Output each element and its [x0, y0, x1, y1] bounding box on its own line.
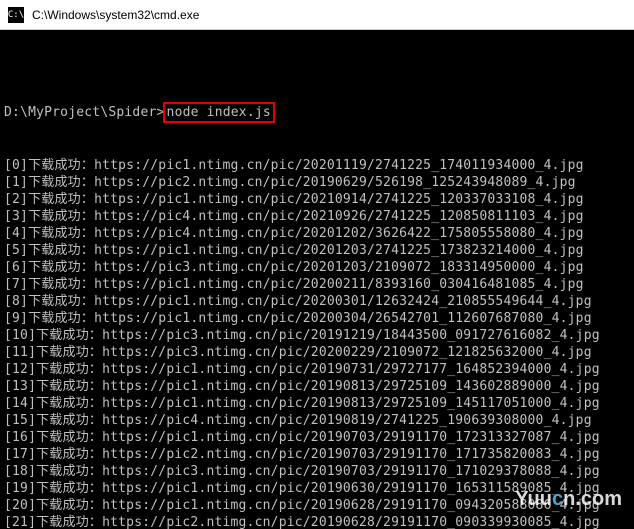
output-line: [18]下载成功：https://pic3.ntimg.cn/pic/20190…	[4, 463, 630, 480]
terminal-output[interactable]: D:\MyProject\Spider>node index.js [0]下载成…	[0, 30, 634, 529]
cmd-icon: C:\	[8, 7, 24, 23]
window-title: C:\Windows\system32\cmd.exe	[32, 8, 199, 22]
prompt-line: D:\MyProject\Spider>node index.js	[4, 102, 630, 123]
output-line: [6]下载成功：https://pic3.ntimg.cn/pic/202012…	[4, 259, 630, 276]
output-line: [5]下载成功：https://pic1.ntimg.cn/pic/202012…	[4, 242, 630, 259]
output-line: [7]下载成功：https://pic1.ntimg.cn/pic/202002…	[4, 276, 630, 293]
window-titlebar: C:\ C:\Windows\system32\cmd.exe	[0, 0, 634, 30]
output-line: [9]下载成功：https://pic1.ntimg.cn/pic/202003…	[4, 310, 630, 327]
output-line: [16]下载成功：https://pic1.ntimg.cn/pic/20190…	[4, 429, 630, 446]
output-line: [2]下载成功：https://pic1.ntimg.cn/pic/202109…	[4, 191, 630, 208]
command-highlight: node index.js	[163, 102, 275, 123]
output-line: [11]下载成功：https://pic3.ntimg.cn/pic/20200…	[4, 344, 630, 361]
command-text: node index.js	[167, 105, 271, 120]
output-line: [13]下载成功：https://pic1.ntimg.cn/pic/20190…	[4, 378, 630, 395]
output-line: [15]下载成功：https://pic4.ntimg.cn/pic/20190…	[4, 412, 630, 429]
output-line: [4]下载成功：https://pic4.ntimg.cn/pic/202012…	[4, 225, 630, 242]
output-line: [8]下载成功：https://pic1.ntimg.cn/pic/202003…	[4, 293, 630, 310]
output-line: [19]下载成功：https://pic1.ntimg.cn/pic/20190…	[4, 480, 630, 497]
output-line: [0]下载成功：https://pic1.ntimg.cn/pic/202011…	[4, 157, 630, 174]
output-line: [1]下载成功：https://pic2.ntimg.cn/pic/201906…	[4, 174, 630, 191]
output-line: [17]下载成功：https://pic2.ntimg.cn/pic/20190…	[4, 446, 630, 463]
output-line: [20]下载成功：https://pic1.ntimg.cn/pic/20190…	[4, 497, 630, 514]
prompt-path: D:\MyProject\Spider>	[4, 104, 165, 121]
output-line: [10]下载成功：https://pic3.ntimg.cn/pic/20191…	[4, 327, 630, 344]
output-line: [3]下载成功：https://pic4.ntimg.cn/pic/202109…	[4, 208, 630, 225]
output-line: [12]下载成功：https://pic1.ntimg.cn/pic/20190…	[4, 361, 630, 378]
output-line: [14]下载成功：https://pic1.ntimg.cn/pic/20190…	[4, 395, 630, 412]
output-line: [21]下载成功：https://pic2.ntimg.cn/pic/20190…	[4, 514, 630, 529]
